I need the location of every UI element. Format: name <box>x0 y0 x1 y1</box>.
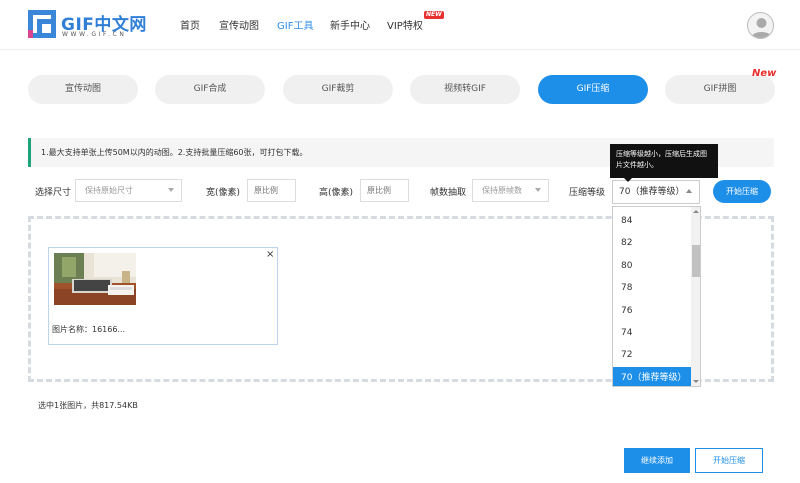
logo-domain: WWW.GIF.CN <box>62 31 127 38</box>
width-label: 宽(像素) <box>206 188 241 198</box>
height-input[interactable] <box>360 179 409 202</box>
dropdown-option[interactable]: 80 <box>613 255 691 277</box>
continue-add-button[interactable]: 继续添加 <box>624 448 690 473</box>
dropdown-option-selected[interactable]: 70（推荐等级） <box>613 367 691 386</box>
tab-gif-crop[interactable]: GIF裁剪 <box>283 75 393 104</box>
logo[interactable]: GIF中文网 WWW.GIF.CN <box>28 10 150 42</box>
remove-file-icon[interactable]: × <box>266 249 274 260</box>
tab-gif-collage[interactable]: GIF拼图 <box>665 75 775 104</box>
dropdown-option[interactable]: 84 <box>613 210 691 232</box>
header: GIF中文网 WWW.GIF.CN 首页 宣传动图 GIF工具 新手中心 VIP… <box>0 0 800 50</box>
dropdown-option[interactable]: 76 <box>613 300 691 322</box>
tab-promo-gifs[interactable]: 宣传动图 <box>28 75 138 104</box>
width-input[interactable] <box>247 179 296 202</box>
height-label: 高(像素) <box>319 188 354 198</box>
avatar[interactable] <box>747 12 774 39</box>
level-label: 压缩等级 <box>569 188 606 198</box>
level-select[interactable]: 70（推荐等级） <box>612 180 700 204</box>
thumbnail-image <box>54 253 136 305</box>
vip-new-badge: NEW <box>424 11 444 19</box>
file-thumbnail <box>54 253 136 305</box>
dropdown-option[interactable]: 72 <box>613 344 691 366</box>
nav-vip[interactable]: VIP特权 <box>387 17 423 32</box>
frame-select[interactable]: 保持原帧数 <box>472 179 549 202</box>
level-dropdown: 84 82 80 78 76 74 72 70（推荐等级） <box>612 206 701 387</box>
dropdown-scrollbar[interactable] <box>691 207 700 386</box>
dropdown-option[interactable]: 78 <box>613 277 691 299</box>
nav-gif-tools[interactable]: GIF工具 <box>277 17 313 32</box>
level-select-value: 70（推荐等级） <box>619 187 685 197</box>
start-compress-button[interactable]: 开始压缩 <box>695 448 763 473</box>
nav-home[interactable]: 首页 <box>180 17 200 32</box>
dropdown-option[interactable]: 82 <box>613 232 691 254</box>
chevron-down-icon <box>535 188 541 192</box>
chevron-down-icon <box>168 188 174 192</box>
tab-video-to-gif[interactable]: 视频转GIF <box>410 75 520 104</box>
logo-icon <box>28 10 56 38</box>
scroll-up-icon[interactable] <box>693 210 699 213</box>
dropdown-option[interactable]: 74 <box>613 322 691 344</box>
tab-gif-compress[interactable]: GIF压缩 <box>538 75 648 104</box>
file-name: 图片名称：16166... <box>52 325 126 334</box>
frame-label: 帧数抽取 <box>430 188 467 198</box>
tab-gif-compose[interactable]: GIF合成 <box>155 75 265 104</box>
frame-select-value: 保持原帧数 <box>482 186 522 195</box>
size-select[interactable]: 保持原始尺寸 <box>75 179 182 202</box>
chevron-up-icon <box>686 189 692 193</box>
nav-beginner-center[interactable]: 新手中心 <box>330 17 370 32</box>
start-compress-button-top[interactable]: 开始压缩 <box>713 180 771 203</box>
size-select-value: 保持原始尺寸 <box>85 186 133 195</box>
scroll-thumb[interactable] <box>692 245 700 277</box>
level-tooltip: 压缩等级越小，压缩后生成图片文件越小。 <box>610 144 718 182</box>
tab-new-badge: New <box>752 68 777 79</box>
selection-summary: 选中1张图片，共817.54KB <box>38 401 138 410</box>
user-icon <box>751 18 772 38</box>
size-label: 选择尺寸 <box>35 188 72 198</box>
nav-promo-gifs[interactable]: 宣传动图 <box>219 17 259 32</box>
scroll-down-icon[interactable] <box>693 380 699 383</box>
